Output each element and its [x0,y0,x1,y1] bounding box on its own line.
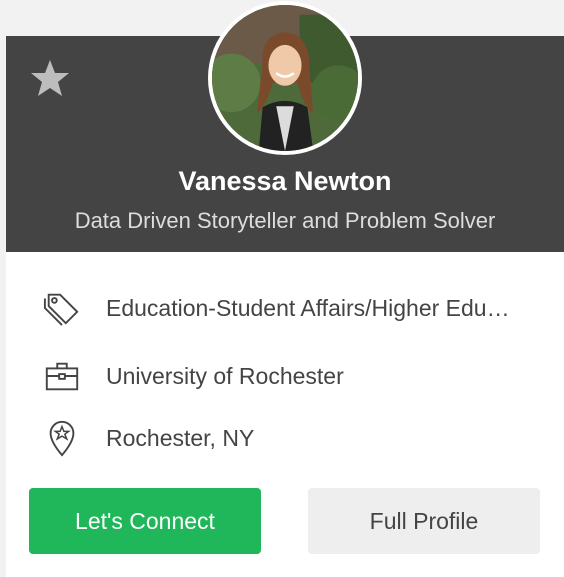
full-profile-button[interactable]: Full Profile [308,488,540,554]
employer-row: University of Rochester [42,354,542,398]
employer-text: University of Rochester [106,362,344,389]
connect-button[interactable]: Let's Connect [29,488,261,554]
star-icon[interactable] [30,58,70,98]
profile-card: Vanessa Newton Data Driven Storyteller a… [6,1,564,577]
industry-row: Education-Student Affairs/Higher Edu… [42,286,542,330]
avatar[interactable] [208,1,362,155]
industry-text: Education-Student Affairs/Higher Edu… [106,294,510,321]
location-pin-icon [42,418,82,458]
profile-headline: Data Driven Storyteller and Problem Solv… [74,208,496,233]
location-row: Rochester, NY [42,416,542,460]
profile-name: Vanessa Newton [178,166,392,196]
location-text: Rochester, NY [106,424,255,451]
tag-icon [42,288,82,328]
briefcase-icon [42,356,82,396]
